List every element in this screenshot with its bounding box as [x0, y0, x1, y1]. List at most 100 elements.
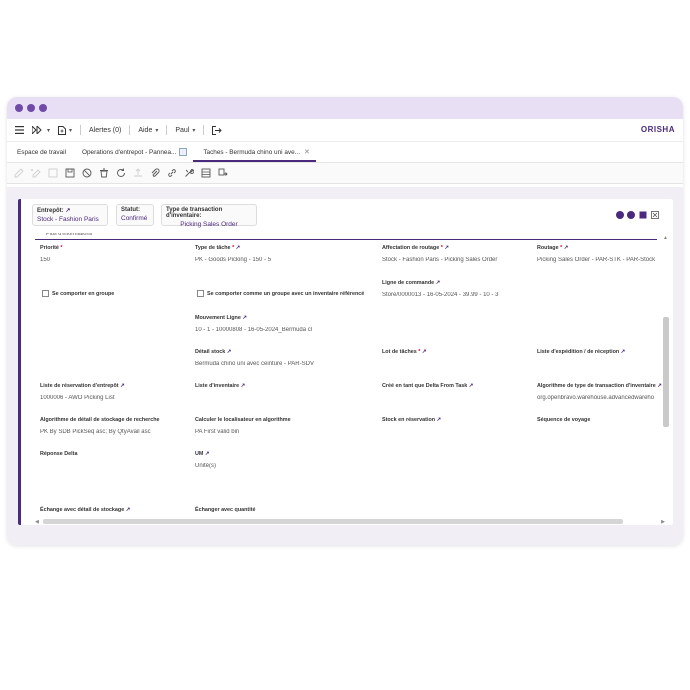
- scroll-thumb[interactable]: [663, 317, 669, 427]
- section-header-more-info[interactable]: Plus d'informations: [46, 233, 92, 238]
- toolbar-divider: [80, 125, 82, 135]
- field-stock-reservation[interactable]: Stock en réservation ↗: [382, 417, 522, 423]
- new-document-icon[interactable]: ▾: [58, 125, 72, 135]
- refresh-icon[interactable]: [115, 167, 127, 179]
- alerts-menu[interactable]: Alertes (0): [89, 127, 121, 134]
- tab-workspace[interactable]: Espace de travail: [7, 149, 72, 162]
- brand-logo: ORISHA: [640, 125, 675, 134]
- menu-icon[interactable]: [15, 126, 24, 134]
- card-actions: [613, 211, 659, 219]
- status-label: Statut:: [121, 207, 140, 213]
- field-label: UM ↗: [195, 451, 210, 457]
- tab-warehouse-operations[interactable]: Operations d'entrepot - Pannea...: [72, 148, 193, 162]
- window-minimize-dot[interactable]: [27, 104, 35, 112]
- field-lot-taches[interactable]: Lot de tâches * ↗: [382, 349, 522, 355]
- scroll-thumb[interactable]: [43, 519, 623, 524]
- field-echanger-quantite[interactable]: Échanger avec quantité: [195, 507, 345, 513]
- field-label: Détail stock ↗: [195, 349, 232, 355]
- field-echange-detail[interactable]: Échange avec détail de stockage ↗: [40, 507, 190, 513]
- tab-label: Taches - Bermuda chino uni ave...: [203, 148, 300, 156]
- new-record-icon[interactable]: [13, 167, 25, 179]
- field-sequence-voyage[interactable]: Séquence de voyage: [537, 417, 665, 423]
- vertical-scrollbar[interactable]: ▲: [663, 235, 669, 517]
- scroll-left-icon[interactable]: ◀: [35, 519, 39, 525]
- field-liste-inventaire[interactable]: Liste d'inventaire ↗: [195, 383, 335, 389]
- quick-launch-icon[interactable]: ▾: [32, 126, 50, 134]
- grid-view-icon[interactable]: [200, 167, 212, 179]
- field-mouvement-ligne[interactable]: Mouvement Ligne ↗ 10 - 1 - 10000808 - 16…: [195, 315, 345, 333]
- checkbox[interactable]: [42, 290, 49, 297]
- export-icon[interactable]: [132, 167, 144, 179]
- field-label: Priorité *: [40, 245, 63, 251]
- field-label: Routage * ↗: [537, 245, 569, 251]
- attachment-icon[interactable]: [149, 167, 161, 179]
- field-algo-detail-stockage[interactable]: Algorithme de détail de stockage de rech…: [40, 417, 190, 435]
- field-label: Algorithme de type de transaction d'inve…: [537, 383, 662, 389]
- checkbox-se-comporter-groupe[interactable]: Se comporter en groupe: [42, 290, 114, 297]
- new-row-icon[interactable]: [30, 167, 42, 179]
- warehouse-value: Stock - Fashion Paris: [37, 216, 99, 223]
- field-label: Créé en tant que Delta From Task ↗: [382, 383, 474, 389]
- close-form-icon[interactable]: [651, 211, 659, 219]
- window-icon: [179, 148, 188, 156]
- field-label: Échange avec détail de stockage ↗: [40, 507, 131, 513]
- field-routage[interactable]: Routage * ↗ Picking Sales Order - PAR-ST…: [537, 245, 665, 263]
- field-value: 10 - 1 - 10000808 - 16-05-2024_Bermuda c…: [195, 327, 313, 333]
- field-label: Affectation de routage * ↗: [382, 245, 449, 251]
- checkbox[interactable]: [197, 290, 204, 297]
- field-liste-expedition[interactable]: Liste d'expédition / de réception ↗: [537, 349, 665, 355]
- process-icon[interactable]: [217, 167, 229, 179]
- tools-icon[interactable]: [183, 167, 195, 179]
- field-reponse-delta[interactable]: Réponse Delta: [40, 451, 180, 457]
- delete-icon[interactable]: [98, 167, 110, 179]
- field-detail-stock[interactable]: Détail stock ↗ Bermuda chino uni avec ce…: [195, 349, 345, 367]
- inventory-type-value: Picking Sales Order: [180, 221, 238, 228]
- status-value: Confirmé: [121, 215, 148, 222]
- window-titlebar: [7, 97, 683, 119]
- user-menu[interactable]: Paul ▾: [175, 127, 195, 134]
- field-label: Liste d'inventaire ↗: [195, 383, 246, 389]
- app-window: ▾ ▾ Alertes (0) Aide ▾ Paul ▾ ORISHA Espac…: [7, 97, 683, 545]
- field-label: Type de tâche * ↗: [195, 245, 241, 251]
- inventory-type-label: Type de transaction d'inventaire:: [166, 207, 223, 219]
- tab-bar: Espace de travail Operations d'entrepot …: [7, 142, 683, 163]
- field-calculer-localisateur[interactable]: Calculer le localisateur en algorithme P…: [195, 417, 345, 435]
- cancel-icon[interactable]: [81, 167, 93, 179]
- scroll-up-icon[interactable]: ▲: [663, 235, 668, 241]
- toolbar-divider: [203, 125, 205, 135]
- tab-tasks[interactable]: Taches - Bermuda chino uni ave... ✕: [193, 148, 316, 162]
- logout-icon[interactable]: [212, 125, 223, 135]
- field-label: Échanger avec quantité: [195, 507, 256, 513]
- field-ligne-commande[interactable]: Ligne de commande ↗ Store/0000013 - 16-0…: [382, 280, 532, 298]
- window-maximize-dot[interactable]: [39, 104, 47, 112]
- maximize-icon[interactable]: [639, 211, 647, 219]
- help-label: Aide: [138, 126, 153, 134]
- previous-record-icon[interactable]: [616, 211, 624, 219]
- field-priorite[interactable]: Priorité * 150: [40, 245, 180, 263]
- checkbox-se-comporter-inventaire[interactable]: Se comporter comme un groupe avec un inv…: [197, 290, 364, 297]
- field-um[interactable]: UM ↗ Unité(s): [195, 451, 335, 469]
- field-liste-reservation[interactable]: Liste de réservation d'entrepôt ↗ 100000…: [40, 383, 180, 401]
- field-affectation-routage[interactable]: Affectation de routage * ↗ Stock - Fashi…: [382, 245, 527, 263]
- field-value: Picking Sales Order - PAR-STK - PAR-Stoc…: [537, 257, 656, 263]
- close-icon[interactable]: ✕: [304, 148, 310, 156]
- section-divider: [35, 239, 657, 240]
- save-close-icon[interactable]: [64, 167, 76, 179]
- window-close-dot[interactable]: [15, 104, 23, 112]
- warehouse-chip[interactable]: Entrepôt: ↗ Stock - Fashion Paris: [32, 204, 108, 226]
- help-menu[interactable]: Aide ▾: [138, 127, 158, 134]
- link-icon[interactable]: [166, 167, 178, 179]
- warehouse-label: Entrepôt: ↗: [37, 208, 71, 214]
- horizontal-scrollbar[interactable]: ◀ ▶: [35, 519, 665, 525]
- field-algo-type-transaction[interactable]: Algorithme de type de transaction d'inve…: [537, 383, 665, 401]
- field-type-tache[interactable]: Type de tâche * ↗ PK - Goods Picking - 1…: [195, 245, 365, 263]
- user-label: Paul: [175, 126, 190, 134]
- field-value: 150: [40, 257, 51, 263]
- scroll-right-icon[interactable]: ▶: [661, 519, 665, 525]
- field-value: Unité(s): [195, 463, 217, 469]
- next-record-icon[interactable]: [627, 211, 635, 219]
- field-label: Liste de réservation d'entrepôt ↗: [40, 383, 125, 389]
- field-value: Bermuda chino uni avec ceinture - PAR-SD…: [195, 361, 314, 367]
- field-cree-delta[interactable]: Créé en tant que Delta From Task ↗: [382, 383, 522, 389]
- save-icon[interactable]: [47, 167, 59, 179]
